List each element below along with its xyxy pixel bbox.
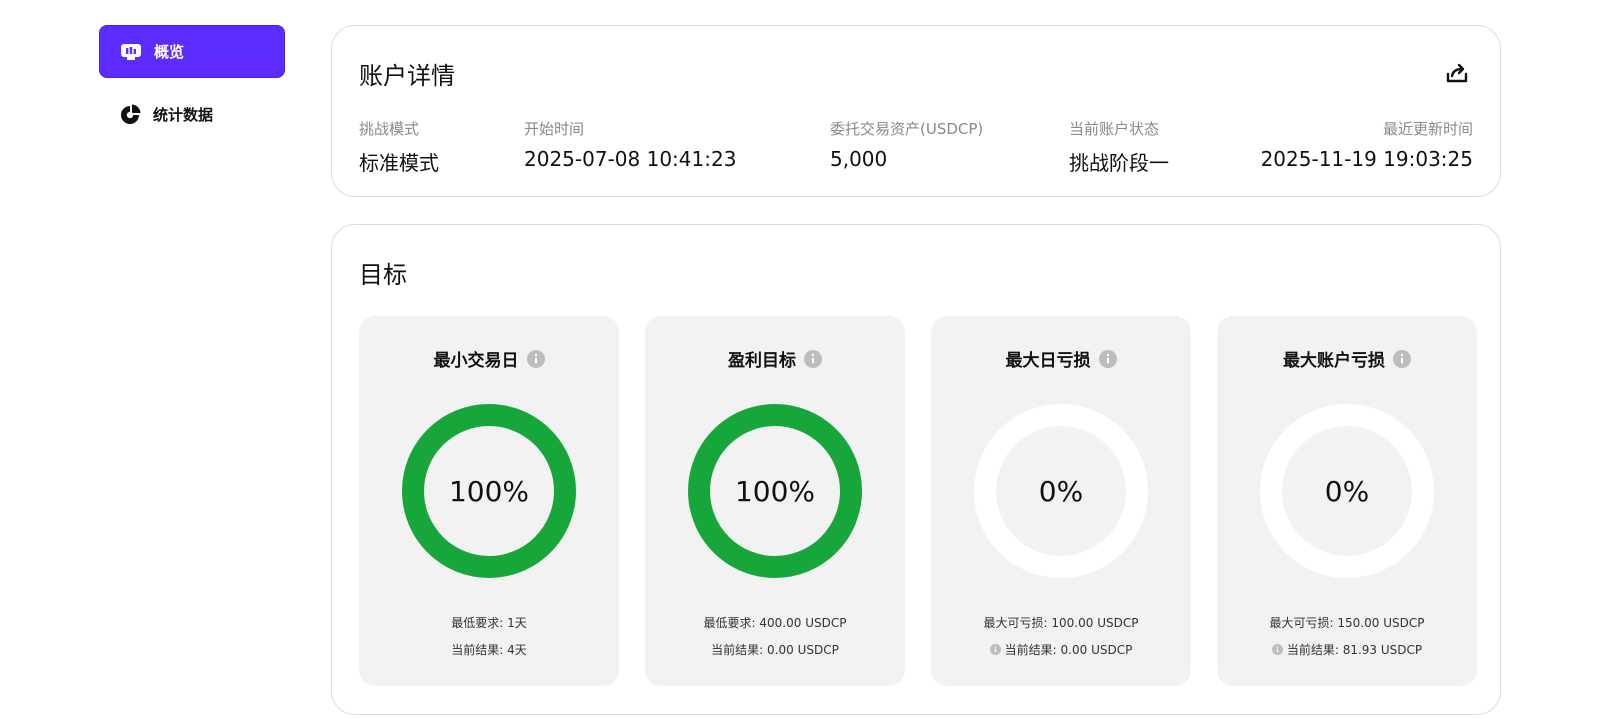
- account-details-card: 账户详情 挑战模式 标准模式 开始时间 2025-07-08 10:41:23 …: [331, 25, 1501, 197]
- goal-line-text: 最低要求: 400.00 USDCP: [703, 616, 847, 630]
- field-entrusted-assets: 委托交易资产(USDCP) 5,000: [830, 118, 983, 171]
- goal-line-text: 当前结果: 0.00 USDCP: [1004, 643, 1133, 657]
- bar-chart-icon: [120, 41, 142, 63]
- goal-tile-max-account-loss: 最大账户亏损 0% 最大可亏损: 150.00 USDCP 当前结果: 81.93 U…: [1217, 316, 1477, 686]
- sidebar-item-label: 概览: [154, 43, 185, 61]
- pie-chart-icon: [119, 104, 141, 126]
- sidebar: 概览 统计数据: [99, 25, 285, 141]
- goal-current-result: 当前结果: 4天: [359, 641, 619, 658]
- info-icon[interactable]: [1271, 644, 1283, 655]
- goal-line-text: 最大可亏损: 150.00 USDCP: [1269, 616, 1425, 630]
- field-value: 5,000: [830, 147, 888, 171]
- sidebar-item-overview[interactable]: 概览: [99, 25, 285, 78]
- goal-current-result: 当前结果: 0.00 USDCP: [931, 641, 1191, 658]
- goal-tile-header: 最小交易日: [359, 346, 619, 371]
- goal-line-text: 当前结果: 0.00 USDCP: [711, 643, 839, 657]
- info-icon[interactable]: [804, 349, 822, 368]
- info-icon[interactable]: [989, 644, 1001, 655]
- progress-ring: 0%: [974, 404, 1148, 578]
- field-value: 标准模式: [359, 151, 439, 175]
- goal-line-text: 当前结果: 81.93 USDCP: [1286, 643, 1423, 657]
- goal-tile-header: 最大账户亏损: [1217, 346, 1477, 371]
- field-last-updated: 最近更新时间 2025-11-19 19:03:25: [1261, 118, 1473, 171]
- goal-line-text: 当前结果: 4天: [451, 643, 527, 657]
- sidebar-item-label: 统计数据: [153, 106, 214, 124]
- goal-requirement: 最低要求: 1天: [359, 614, 619, 631]
- sidebar-item-statistics[interactable]: 统计数据: [99, 88, 285, 141]
- info-icon[interactable]: [1393, 349, 1411, 368]
- goal-requirement: 最大可亏损: 150.00 USDCP: [1217, 614, 1477, 631]
- field-label: 挑战模式: [359, 120, 420, 138]
- progress-percent: 0%: [1038, 474, 1084, 508]
- info-icon[interactable]: [526, 349, 545, 368]
- goal-tile-header: 最大日亏损: [931, 346, 1191, 371]
- goal-line-text: 最低要求: 1天: [451, 616, 527, 630]
- share-icon[interactable]: [1444, 60, 1470, 86]
- progress-percent: 0%: [1324, 474, 1370, 508]
- goal-requirement: 最低要求: 400.00 USDCP: [645, 614, 905, 631]
- progress-percent: 100%: [448, 474, 530, 508]
- info-icon[interactable]: [1098, 349, 1117, 368]
- goal-tile-title: 最大日亏损: [1005, 351, 1091, 371]
- field-label: 最近更新时间: [1382, 120, 1473, 138]
- field-challenge-mode: 挑战模式 标准模式: [359, 118, 439, 176]
- field-value: 挑战阶段一: [1069, 151, 1169, 175]
- field-label: 开始时间: [524, 120, 585, 138]
- goal-tile-title: 最大账户亏损: [1283, 351, 1385, 371]
- goal-line-text: 最大可亏损: 100.00 USDCP: [983, 616, 1139, 630]
- progress-ring: 0%: [1260, 404, 1434, 578]
- account-details-title: 账户详情: [359, 62, 455, 90]
- progress-ring: 100%: [402, 404, 576, 578]
- goal-tile-max-daily-loss: 最大日亏损 0% 最大可亏损: 100.00 USDCP 当前结果: 0.00 USD…: [931, 316, 1191, 686]
- goals-card: 目标 最小交易日 100% 最低要求: 1天 当前结果: 4天 盈利目标 100% 最低要…: [331, 224, 1501, 715]
- goals-title: 目标: [359, 261, 407, 289]
- field-start-time: 开始时间 2025-07-08 10:41:23: [524, 118, 736, 171]
- goal-tile-title: 盈利目标: [728, 351, 796, 371]
- progress-percent: 100%: [734, 474, 816, 508]
- field-value: 2025-07-08 10:41:23: [524, 147, 737, 171]
- field-value: 2025-11-19 19:03:25: [1260, 147, 1473, 171]
- field-label: 当前账户状态: [1069, 120, 1160, 138]
- goal-current-result: 当前结果: 0.00 USDCP: [645, 641, 905, 658]
- goal-tile-min-trading-days: 最小交易日 100% 最低要求: 1天 当前结果: 4天: [359, 316, 619, 686]
- goal-current-result: 当前结果: 81.93 USDCP: [1217, 641, 1477, 658]
- goal-requirement: 最大可亏损: 100.00 USDCP: [931, 614, 1191, 631]
- progress-ring: 100%: [688, 404, 862, 578]
- field-label: 委托交易资产(USDCP): [830, 120, 984, 138]
- goal-tile-title: 最小交易日: [433, 351, 519, 371]
- goal-tile-profit-target: 盈利目标 100% 最低要求: 400.00 USDCP 当前结果: 0.00 USD…: [645, 316, 905, 686]
- field-account-status: 当前账户状态 挑战阶段一: [1069, 118, 1169, 176]
- goal-tile-header: 盈利目标: [645, 346, 905, 371]
